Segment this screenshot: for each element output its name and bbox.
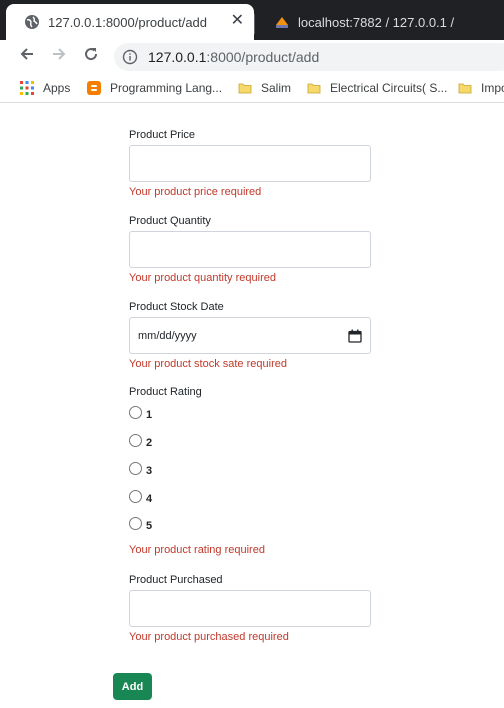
price-error: Your product price required xyxy=(129,186,262,198)
page-content: Product Price Your product price require… xyxy=(0,103,504,708)
bookmark-electrical-circuits[interactable]: Electrical Circuits( S... xyxy=(307,80,447,96)
tab-phpmyadmin[interactable]: localhost:7882 / 127.0.0.1 / produ xyxy=(256,4,504,40)
purchased-error: Your product purchased required xyxy=(129,631,289,643)
close-icon[interactable]: ✕ xyxy=(231,13,244,29)
bookmark-label: Impo xyxy=(481,81,504,95)
rating-field-group: Product Rating xyxy=(129,385,371,399)
bookmarks-bar: Apps Programming Lang... Salim Electrica… xyxy=(0,73,504,103)
apps-grid-icon xyxy=(20,81,34,95)
stock-date-input[interactable]: mm/dd/yyyy xyxy=(129,317,371,354)
url-text: 127.0.0.1:8000/product/add xyxy=(148,49,319,65)
folder-icon xyxy=(458,81,472,95)
bookmark-apps[interactable]: Apps xyxy=(20,80,70,96)
date-placeholder: mm/dd/yyyy xyxy=(138,329,197,342)
phpmyadmin-icon xyxy=(274,14,290,30)
reload-button[interactable] xyxy=(80,45,102,67)
bookmark-programming[interactable]: Programming Lang... xyxy=(87,80,222,96)
rating-option-4[interactable]: 4 xyxy=(129,488,153,505)
rating-option-1[interactable]: 1 xyxy=(129,404,153,421)
price-label: Product Price xyxy=(129,129,196,141)
stock-date-error: Your product stock sate required xyxy=(129,358,287,370)
bookmark-label: Programming Lang... xyxy=(110,81,223,95)
rating-option-label: 1 xyxy=(146,409,153,421)
blogger-icon xyxy=(87,81,101,95)
rating-option-label: 4 xyxy=(146,493,153,505)
tab-separator xyxy=(254,14,255,34)
tab-title: 127.0.0.1:8000/product/add xyxy=(48,14,208,30)
tab-strip: 127.0.0.1:8000/product/add ✕ localhost:7… xyxy=(0,0,504,40)
url-path: :8000/product/add xyxy=(206,49,320,65)
tab-product-add[interactable]: 127.0.0.1:8000/product/add ✕ xyxy=(6,4,254,40)
calendar-icon[interactable] xyxy=(348,329,362,343)
quantity-input[interactable] xyxy=(129,231,371,268)
bookmark-label: Electrical Circuits( S... xyxy=(330,81,448,95)
quantity-error: Your product quantity required xyxy=(129,272,276,284)
folder-icon xyxy=(307,81,321,95)
stock-date-label: Product Stock Date xyxy=(129,301,224,313)
tab-title: localhost:7882 / 127.0.0.1 / produ xyxy=(298,14,458,30)
rating-option-3[interactable]: 3 xyxy=(129,460,153,477)
reload-icon xyxy=(82,45,100,68)
forward-arrow-icon xyxy=(50,45,68,68)
add-button[interactable]: Add xyxy=(113,673,152,700)
radio-button[interactable] xyxy=(129,489,142,503)
radio-button[interactable] xyxy=(129,461,142,475)
folder-icon xyxy=(238,81,252,95)
rating-error: Your product rating required xyxy=(129,544,265,556)
rating-option-label: 3 xyxy=(146,465,153,477)
rating-option-5[interactable]: 5 xyxy=(129,515,153,532)
purchased-label: Product Purchased xyxy=(129,574,223,586)
bookmark-label: Salim xyxy=(261,81,292,95)
forward-button[interactable] xyxy=(48,45,70,67)
browser-toolbar: 127.0.0.1:8000/product/add xyxy=(0,40,504,73)
url-host: 127.0.0.1 xyxy=(148,49,207,65)
purchased-field-group: Product Purchased Your product purchased… xyxy=(129,573,371,644)
back-button[interactable] xyxy=(16,45,38,67)
rating-option-label: 2 xyxy=(146,437,153,449)
site-info-icon[interactable] xyxy=(122,49,138,65)
radio-button[interactable] xyxy=(129,405,142,419)
bookmark-label: Apps xyxy=(43,81,71,95)
back-arrow-icon xyxy=(18,45,36,68)
price-field-group: Product Price Your product price require… xyxy=(129,128,371,199)
price-input[interactable] xyxy=(129,145,371,182)
radio-button[interactable] xyxy=(129,433,142,447)
quantity-field-group: Product Quantity Your product quantity r… xyxy=(129,214,371,285)
quantity-label: Product Quantity xyxy=(129,215,211,227)
bookmark-impo[interactable]: Impo xyxy=(458,80,504,96)
rating-label: Product Rating xyxy=(129,386,202,398)
radio-button[interactable] xyxy=(129,516,142,530)
stock-date-field-group: Product Stock Date mm/dd/yyyy Your produ… xyxy=(129,300,371,371)
globe-icon xyxy=(24,14,40,30)
rating-option-label: 5 xyxy=(146,520,153,532)
rating-option-2[interactable]: 2 xyxy=(129,432,153,449)
purchased-input[interactable] xyxy=(129,590,371,627)
address-bar[interactable]: 127.0.0.1:8000/product/add xyxy=(114,43,504,71)
bookmark-salim[interactable]: Salim xyxy=(238,80,291,96)
